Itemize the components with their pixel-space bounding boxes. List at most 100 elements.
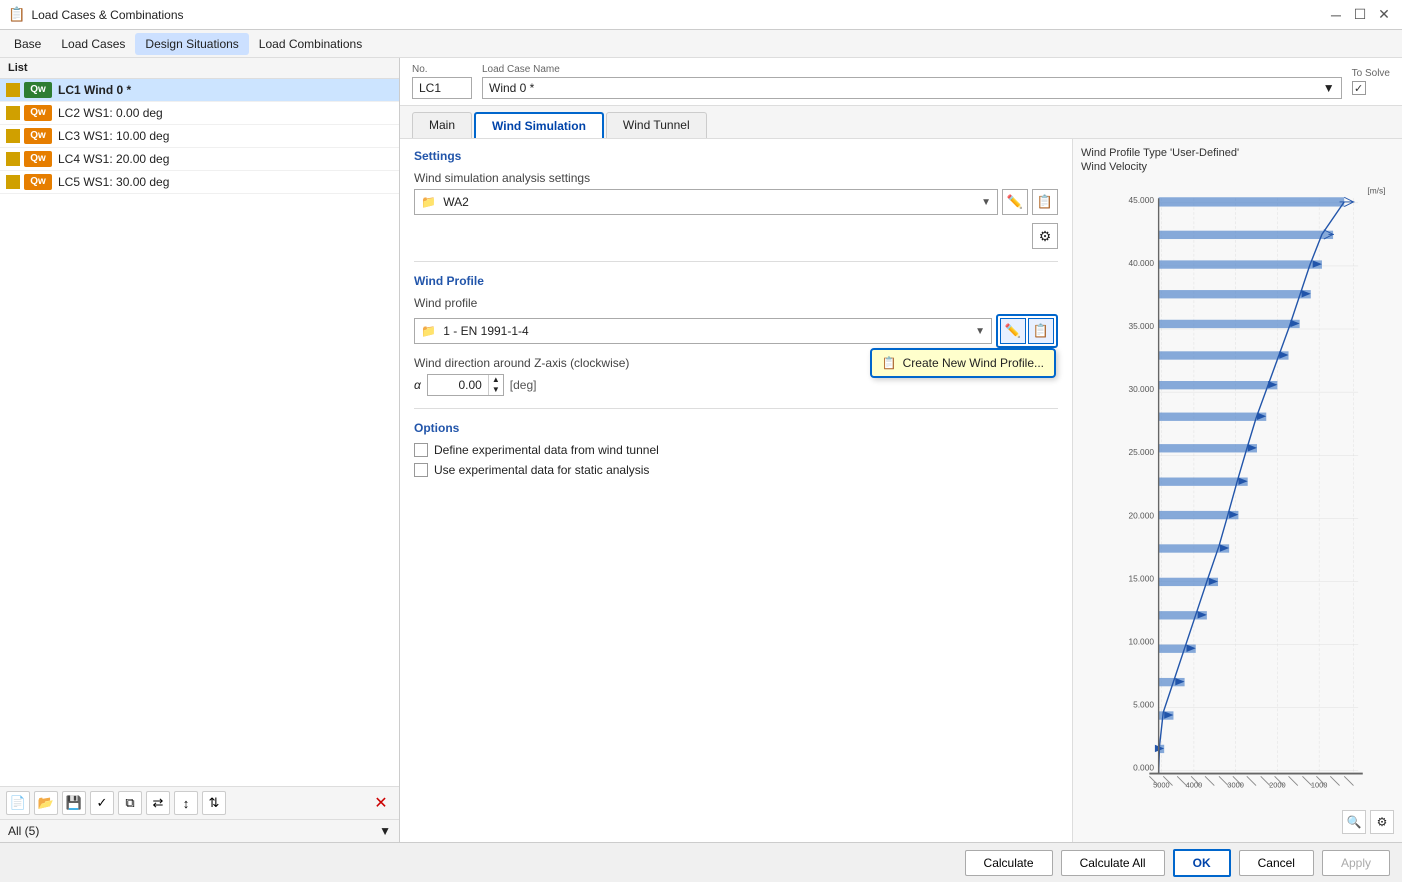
item-badge: Qw [24, 174, 52, 190]
item-color-square [6, 83, 20, 97]
menu-design-situations[interactable]: Design Situations [135, 33, 248, 55]
edit-wind-profile-button[interactable]: ✏️ [1000, 318, 1026, 344]
calculate-all-button[interactable]: Calculate All [1061, 850, 1165, 876]
svg-text:20.000: 20.000 [1128, 510, 1154, 520]
wind-profile-dropdown[interactable]: 📁 1 - EN 1991-1-4 ▼ [414, 318, 992, 344]
create-wind-profile-tooltip[interactable]: 📋 Create New Wind Profile... [870, 348, 1056, 378]
cancel-button[interactable]: Cancel [1239, 850, 1314, 876]
calculate-button[interactable]: Calculate [965, 850, 1053, 876]
case-info-row: No. LC1 Load Case Name Wind 0 * ▼ To Sol… [400, 58, 1402, 106]
settings-btn-row: ⚙ [414, 223, 1058, 249]
options-section: Options Define experimental data from wi… [414, 421, 1058, 477]
alpha-label: α [414, 378, 421, 392]
no-value[interactable]: LC1 [412, 77, 472, 99]
tabs-row: Main Wind Simulation Wind Tunnel [400, 106, 1402, 139]
settings-more-button[interactable]: ⚙ [1032, 223, 1058, 249]
list-item[interactable]: Qw LC1 Wind 0 * [0, 79, 399, 102]
close-button[interactable]: ✕ [1374, 5, 1394, 25]
wind-profile-dropdown-icon: ▼ [975, 326, 985, 337]
item-color-square [6, 106, 20, 120]
item-label: LC1 Wind 0 * [58, 83, 131, 97]
sort2-button[interactable]: ⇅ [202, 791, 226, 815]
svg-text:35.000: 35.000 [1128, 321, 1154, 331]
no-label: No. [412, 64, 472, 75]
wind-profile-value: 1 - EN 1991-1-4 [443, 324, 528, 338]
bottom-bar: Calculate Calculate All OK Cancel Apply [0, 842, 1402, 882]
spinbox-down-arrow[interactable]: ▼ [489, 385, 503, 395]
chart-settings-button[interactable]: ⚙ [1370, 810, 1394, 834]
chart-panel: Wind Profile Type 'User-Defined' Wind Ve… [1072, 139, 1402, 842]
left-panel: List Qw LC1 Wind 0 * Qw LC2 WS1: 0.00 de… [0, 58, 400, 842]
sort-button[interactable]: ↕ [174, 791, 198, 815]
chart-title-2: Wind Velocity [1081, 161, 1394, 173]
case-name-dropdown-icon: ▼ [1323, 81, 1335, 95]
to-solve-label: To Solve [1352, 68, 1390, 79]
content-area: Settings Wind simulation analysis settin… [400, 139, 1402, 842]
new-wind-profile-button[interactable]: 📋 [1028, 318, 1054, 344]
list-item[interactable]: Qw LC5 WS1: 30.00 deg [0, 171, 399, 194]
tab-wind-simulation[interactable]: Wind Simulation [474, 112, 604, 138]
chart-zoom-button[interactable]: 🔍 [1342, 810, 1366, 834]
item-color-square [6, 152, 20, 166]
menu-base[interactable]: Base [4, 33, 51, 55]
list-count: All (5) [8, 824, 39, 838]
list-item[interactable]: Qw LC4 WS1: 20.00 deg [0, 148, 399, 171]
to-solve-checkbox[interactable]: ✓ [1352, 81, 1366, 95]
delete-button[interactable]: ✕ [369, 791, 393, 815]
list-footer: All (5) ▼ [0, 819, 399, 842]
ok-button[interactable]: OK [1173, 849, 1231, 877]
list-item[interactable]: Qw LC3 WS1: 10.00 deg [0, 125, 399, 148]
duplicate-button[interactable]: ⧉ [118, 791, 142, 815]
option-2-checkbox[interactable] [414, 463, 428, 477]
wind-profile-label: Wind profile [414, 296, 1058, 310]
svg-text:[m/s]: [m/s] [1367, 186, 1385, 196]
spinbox-arrows: ▲ ▼ [488, 375, 503, 395]
item-label: LC2 WS1: 0.00 deg [58, 106, 163, 120]
option-1-checkbox[interactable] [414, 443, 428, 457]
new-analysis-button[interactable]: 📋 [1032, 189, 1058, 215]
alpha-value: 0.00 [428, 376, 488, 394]
tooltip-icon: 📋 [882, 356, 897, 370]
analysis-dropdown-icon: ▼ [981, 197, 991, 208]
case-name-value[interactable]: Wind 0 * ▼ [482, 77, 1342, 99]
tab-wind-tunnel[interactable]: Wind Tunnel [606, 112, 707, 138]
folder-icon: 📁 [421, 195, 436, 209]
settings-header: Settings [414, 149, 1058, 165]
renumber-button[interactable]: ⇄ [146, 791, 170, 815]
menu-load-combinations[interactable]: Load Combinations [249, 33, 372, 55]
analysis-dropdown-row: 📁 WA2 ▼ ✏️ 📋 [414, 189, 1058, 215]
open-item-button[interactable]: 📂 [34, 791, 58, 815]
list-dropdown-arrow[interactable]: ▼ [379, 824, 391, 838]
wind-chart-svg: 45.000 40.000 35.000 30.000 25.000 20.00… [1081, 175, 1394, 806]
check-button[interactable]: ✓ [90, 791, 114, 815]
item-color-square [6, 129, 20, 143]
analysis-dropdown[interactable]: 📁 WA2 ▼ [414, 189, 998, 215]
menu-load-cases[interactable]: Load Cases [51, 33, 135, 55]
apply-button[interactable]: Apply [1322, 850, 1390, 876]
edit-analysis-button[interactable]: ✏️ [1002, 189, 1028, 215]
window-title: Load Cases & Combinations [31, 8, 1326, 22]
tab-main[interactable]: Main [412, 112, 472, 138]
app-icon: 📋 [8, 6, 25, 23]
svg-text:40.000: 40.000 [1128, 258, 1154, 268]
new-item-button[interactable]: 📄 [6, 791, 30, 815]
wind-profile-action-box: ✏️ 📋 📋 Create New Wind Profile... [996, 314, 1058, 348]
list-item[interactable]: Qw LC2 WS1: 0.00 deg [0, 102, 399, 125]
spinbox-up-arrow[interactable]: ▲ [489, 375, 503, 385]
svg-text:5.000: 5.000 [1133, 700, 1154, 710]
tooltip-text: Create New Wind Profile... [903, 356, 1044, 370]
save-item-button[interactable]: 💾 [62, 791, 86, 815]
maximize-button[interactable]: ☐ [1350, 5, 1370, 25]
wind-profile-header: Wind Profile [414, 274, 1058, 290]
svg-text:15.000: 15.000 [1128, 573, 1154, 583]
list-items: Qw LC1 Wind 0 * Qw LC2 WS1: 0.00 deg Qw … [0, 79, 399, 786]
option-2-label: Use experimental data for static analysi… [434, 463, 649, 477]
option-2: Use experimental data for static analysi… [414, 463, 1058, 477]
to-solve-group: To Solve ✓ [1352, 68, 1390, 95]
section-divider-2 [414, 408, 1058, 409]
item-label: LC5 WS1: 30.00 deg [58, 175, 169, 189]
window-controls: ─ ☐ ✕ [1326, 5, 1394, 25]
wind-profile-section: Wind Profile Wind profile 📁 1 - EN 1991-… [414, 274, 1058, 396]
alpha-spinbox[interactable]: 0.00 ▲ ▼ [427, 374, 504, 396]
minimize-button[interactable]: ─ [1326, 5, 1346, 25]
